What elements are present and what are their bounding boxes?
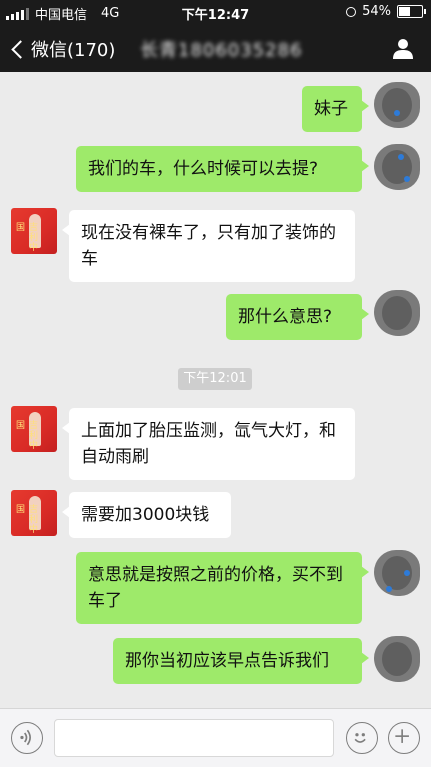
avatar-text: 吉利中国 <box>14 222 37 252</box>
back-button[interactable]: 微信(170) <box>6 36 115 62</box>
message-bubble-received[interactable]: 需要加3000块钱 <box>62 492 231 538</box>
contact-avatar[interactable]: 吉利中国 <box>11 208 57 254</box>
message-bubble-received[interactable]: 上面加了胎压监测，氙气大灯，和自动雨刷 <box>62 408 355 480</box>
my-avatar[interactable] <box>374 550 420 596</box>
plus-icon <box>395 729 409 743</box>
avatar-text: 吉利中国 <box>14 420 37 450</box>
message-text: 现在没有裸车了，只有加了装饰的车 <box>81 223 336 269</box>
chevron-left-icon <box>11 39 30 59</box>
message-timestamp: 下午12:01 <box>178 368 252 390</box>
avatar-text: 吉利中国 <box>14 504 37 534</box>
message-bubble-received[interactable]: 现在没有裸车了，只有加了装饰的车 <box>62 210 355 282</box>
message-text: 意思就是按照之前的价格，买不到车了 <box>88 565 343 611</box>
message-bubble-sent[interactable]: 那什么意思? <box>226 294 369 340</box>
voice-button[interactable] <box>11 722 43 754</box>
message-bubble-sent[interactable]: 那你当初应该早点告诉我们 <box>113 638 369 684</box>
message-bubble-sent[interactable]: 妹子 <box>302 86 369 132</box>
message-text: 需要加3000块钱 <box>81 505 210 525</box>
message-bubble-sent[interactable]: 我们的车，什么时候可以去提? <box>76 146 369 192</box>
my-avatar[interactable] <box>374 636 420 682</box>
message-input[interactable] <box>54 719 334 757</box>
contact-avatar[interactable]: 吉利中国 <box>11 406 57 452</box>
message-text: 上面加了胎压监测，氙气大灯，和自动雨刷 <box>81 421 336 467</box>
emoji-button[interactable] <box>346 722 378 754</box>
my-avatar[interactable] <box>374 82 420 128</box>
message-bubble-sent[interactable]: 意思就是按照之前的价格，买不到车了 <box>76 552 369 624</box>
my-avatar[interactable] <box>374 144 420 190</box>
my-avatar[interactable] <box>374 290 420 336</box>
profile-icon[interactable] <box>391 36 415 60</box>
status-bar: 中国电信 4G 下午12:47 54% <box>0 0 431 24</box>
plus-button[interactable] <box>388 722 420 754</box>
message-text: 妹子 <box>314 99 348 119</box>
battery-percent: 54% <box>362 4 391 19</box>
voice-icon <box>20 729 31 746</box>
rotation-lock-icon <box>346 6 357 17</box>
message-text: 我们的车，什么时候可以去提? <box>88 159 319 179</box>
back-label: 微信(170) <box>31 40 116 61</box>
contact-avatar[interactable]: 吉利中国 <box>11 490 57 536</box>
nav-bar: 微信(170) 长青1806035286 <box>0 24 431 72</box>
input-bar <box>0 708 431 767</box>
chat-title: 长青1806035286 <box>140 40 303 61</box>
emoji-icon <box>354 733 366 743</box>
message-text: 那什么意思? <box>238 307 333 327</box>
chat-area[interactable]: 妹子 我们的车，什么时候可以去提? 吉利中国 现在没有裸车了，只有加了装饰的车 … <box>0 72 431 698</box>
message-text: 那你当初应该早点告诉我们 <box>125 651 329 671</box>
battery-icon <box>397 5 426 18</box>
